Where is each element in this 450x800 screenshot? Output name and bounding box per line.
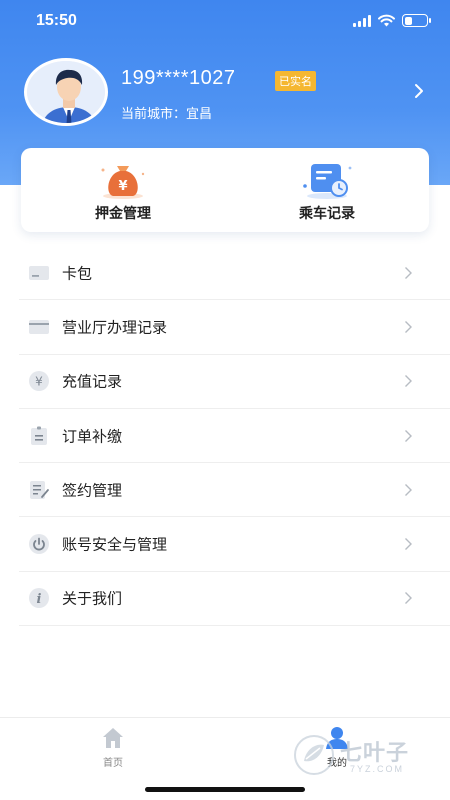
menu-item-contract-management[interactable]: 签约管理 [19, 463, 450, 518]
chevron-right-icon [405, 375, 412, 388]
deposit-management-button[interactable]: ¥ 押金管理 [21, 160, 225, 226]
menu-label: 订单补缴 [62, 427, 123, 446]
watermark-subtext: 7YZ.COM [350, 764, 405, 774]
quick-actions-card: ¥ 押金管理 乘车记录 [21, 148, 429, 232]
deposit-management-label: 押金管理 [95, 206, 151, 222]
watermark-text: 七叶子 [340, 741, 410, 766]
menu-label: 营业厅办理记录 [62, 318, 168, 337]
menu-item-account-security[interactable]: 账号安全与管理 [19, 517, 450, 572]
watermark: 七叶子 7YZ.COM [292, 733, 432, 779]
menu-item-about-us[interactable]: i 关于我们 [19, 572, 450, 627]
svg-text:¥: ¥ [118, 179, 127, 194]
tab-label: 首页 [103, 758, 123, 769]
current-city: 当前城市：宜昌 [121, 107, 213, 122]
menu-label: 充值记录 [62, 372, 123, 391]
ride-record-icon [303, 164, 352, 199]
battery-icon [402, 14, 431, 27]
phone-number: 199****1027 [121, 67, 236, 89]
info-icon: i [29, 588, 49, 609]
svg-text:¥: ¥ [35, 375, 43, 389]
chevron-right-icon[interactable] [412, 83, 426, 99]
status-icons [353, 14, 431, 27]
status-time: 15:50 [36, 12, 77, 29]
menu-label: 卡包 [62, 264, 93, 283]
menu-item-order-payment[interactable]: 订单补缴 [19, 409, 450, 464]
avatar-illustration [27, 61, 105, 123]
menu-label: 账号安全与管理 [62, 535, 168, 554]
yuan-icon: ¥ [29, 371, 49, 392]
chevron-right-icon [405, 429, 412, 442]
menu-item-service-hall-records[interactable]: 营业厅办理记录 [19, 300, 450, 355]
menu-list: 卡包 营业厅办理记录 ¥ 充值记录 订单补缴 签约管理 账号安全与管理 i 关于… [19, 246, 450, 627]
power-icon [29, 534, 49, 555]
svg-text:i: i [37, 592, 42, 607]
contract-icon [30, 480, 49, 499]
menu-label: 签约管理 [62, 481, 123, 500]
avatar[interactable] [24, 58, 108, 126]
card-icon [29, 265, 49, 280]
menu-item-recharge-records[interactable]: ¥ 充值记录 [19, 355, 450, 409]
ride-record-button[interactable]: 乘车记录 [225, 160, 429, 226]
menu-item-card-wallet[interactable]: 卡包 [19, 246, 450, 301]
ride-record-label: 乘车记录 [299, 206, 355, 222]
order-icon [31, 426, 47, 445]
wifi-icon [378, 14, 395, 27]
money-bag-icon: ¥ [101, 166, 145, 199]
chevron-right-icon [405, 538, 412, 551]
chevron-right-icon [405, 266, 412, 279]
home-indicator[interactable] [145, 787, 305, 792]
profile-header[interactable]: 199****1027 已实名 当前城市：宜昌 [24, 58, 434, 130]
tab-home[interactable]: 首页 [83, 726, 143, 769]
home-icon [103, 728, 123, 748]
chevron-right-icon [405, 483, 412, 496]
chevron-right-icon [405, 320, 412, 333]
verified-badge: 已实名 [275, 71, 316, 91]
counter-icon [29, 319, 49, 334]
chevron-right-icon [405, 592, 412, 605]
cellular-signal-icon [353, 14, 371, 27]
status-bar: 15:50 [0, 0, 450, 44]
menu-label: 关于我们 [62, 589, 123, 608]
leaf-logo-icon [294, 735, 334, 775]
